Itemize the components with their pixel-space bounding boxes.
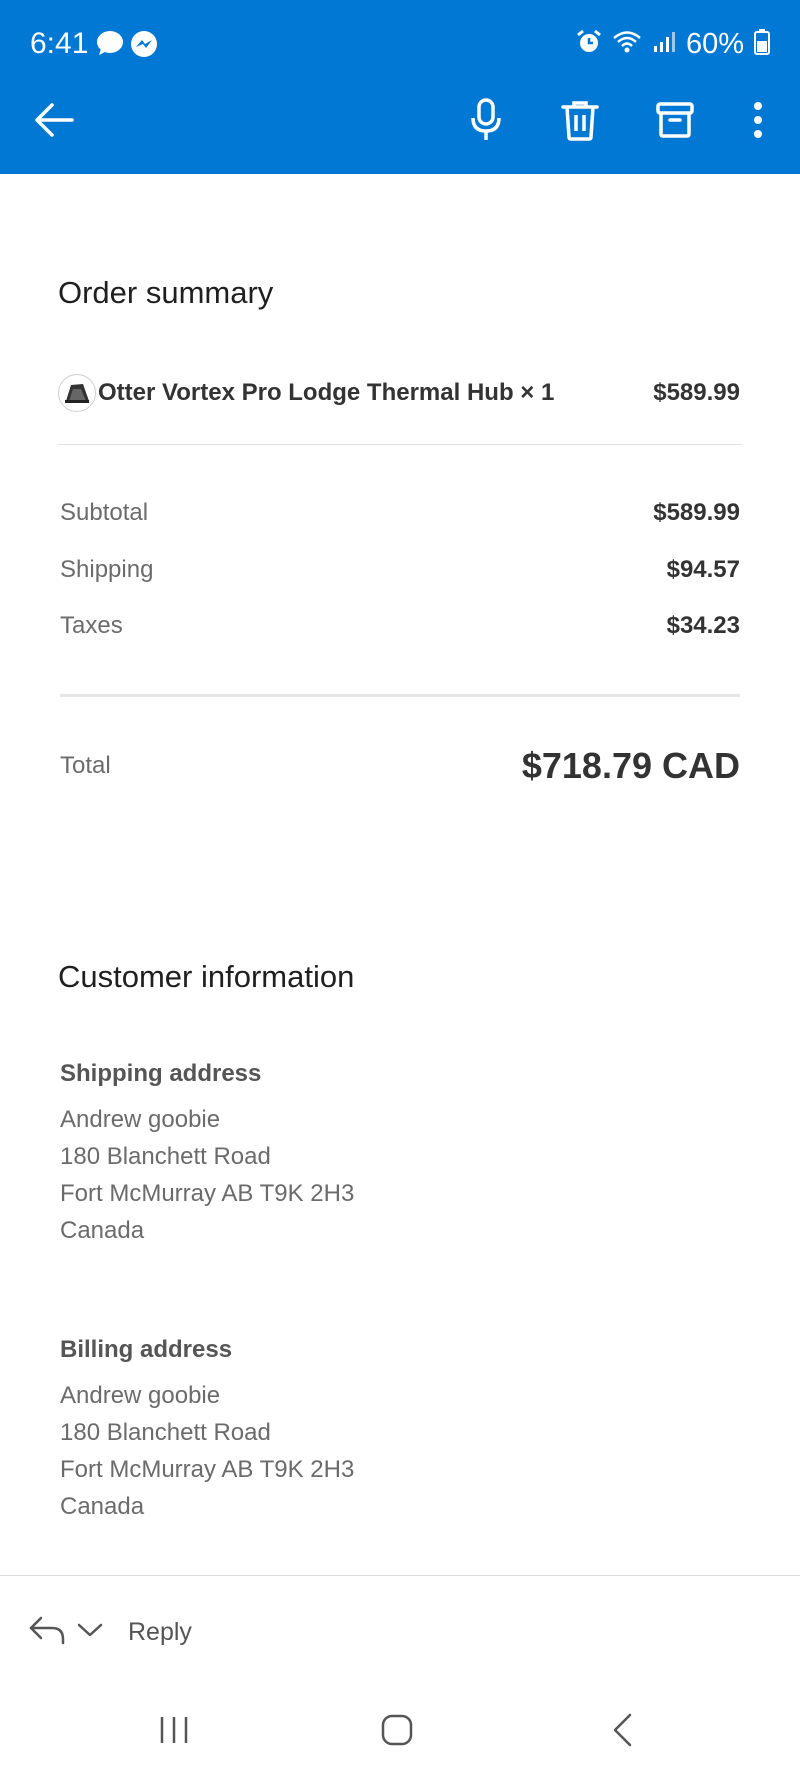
home-icon [380, 1713, 414, 1752]
reply-label: Reply [128, 1617, 192, 1646]
subtotal-row: Subtotal $589.99 [60, 497, 740, 529]
microphone-icon [470, 97, 502, 147]
subtotal-label: Subtotal [60, 499, 149, 526]
alarm-icon [576, 29, 602, 60]
chat-bubble-icon [96, 30, 124, 63]
home-button[interactable] [367, 1710, 427, 1754]
dictate-button[interactable] [458, 94, 514, 150]
trash-icon [560, 99, 600, 146]
status-system-icons: 60% [576, 26, 770, 62]
battery-icon [754, 28, 770, 60]
item-name: Otter Vortex Pro Lodge Thermal Hub × 1 [98, 379, 555, 406]
shipping-address-line: Canada [60, 1217, 145, 1244]
archive-button[interactable] [647, 94, 703, 150]
system-back-icon [610, 1712, 634, 1753]
archive-icon [656, 101, 694, 144]
reply-button[interactable]: Reply [28, 1610, 192, 1654]
total-label: Total [60, 752, 111, 779]
billing-address-line: Fort McMurray AB T9K 2H3 [60, 1456, 355, 1483]
app-header: 6:41 60% [0, 0, 800, 174]
messenger-icon [130, 30, 158, 63]
wifi-icon [612, 29, 642, 60]
recent-apps-icon [158, 1715, 190, 1750]
billing-address-line: 180 Blanchett Road [60, 1419, 271, 1446]
back-button[interactable] [26, 94, 82, 150]
billing-address-line: Andrew goobie [60, 1382, 221, 1409]
shipping-address-line: 180 Blanchett Road [60, 1143, 271, 1170]
shipping-address-line: Andrew goobie [60, 1106, 221, 1133]
total-row: Total $718.79 CAD [60, 744, 740, 788]
billing-address-line: Canada [60, 1493, 145, 1520]
customer-info-title: Customer information [58, 959, 355, 994]
status-time: 6:41 [30, 27, 89, 60]
shipping-row: Shipping $94.57 [60, 554, 740, 586]
status-notification-icons [96, 30, 158, 63]
reply-arrow-icon [28, 1615, 66, 1650]
total-value: $718.79 CAD [521, 745, 740, 786]
taxes-value: $34.23 [666, 612, 740, 639]
totals-divider [60, 694, 740, 697]
more-vertical-icon [753, 101, 763, 143]
order-summary-title: Order summary [58, 275, 274, 310]
reply-bar-divider [0, 1575, 800, 1576]
taxes-row: Taxes $34.23 [60, 610, 740, 642]
product-thumbnail [58, 374, 96, 412]
subtotal-value: $589.99 [653, 499, 740, 526]
taxes-label: Taxes [60, 612, 123, 639]
order-item-row: Otter Vortex Pro Lodge Thermal Hub × 1 $… [58, 372, 740, 414]
item-divider [58, 444, 742, 445]
delete-button[interactable] [552, 94, 608, 150]
system-back-button[interactable] [592, 1710, 652, 1754]
shipping-address-line: Fort McMurray AB T9K 2H3 [60, 1180, 355, 1207]
recent-apps-button[interactable] [144, 1710, 204, 1754]
item-price: $589.99 [653, 379, 740, 406]
shipping-value: $94.57 [666, 556, 740, 583]
shipping-address-heading: Shipping address [60, 1060, 262, 1087]
back-arrow-icon [34, 102, 74, 143]
chevron-down-icon[interactable] [76, 1621, 104, 1644]
billing-address-heading: Billing address [60, 1336, 233, 1363]
battery-percentage: 60% [685, 28, 744, 60]
shipping-label: Shipping [60, 556, 154, 583]
more-options-button[interactable] [730, 94, 786, 150]
signal-icon [652, 30, 676, 59]
